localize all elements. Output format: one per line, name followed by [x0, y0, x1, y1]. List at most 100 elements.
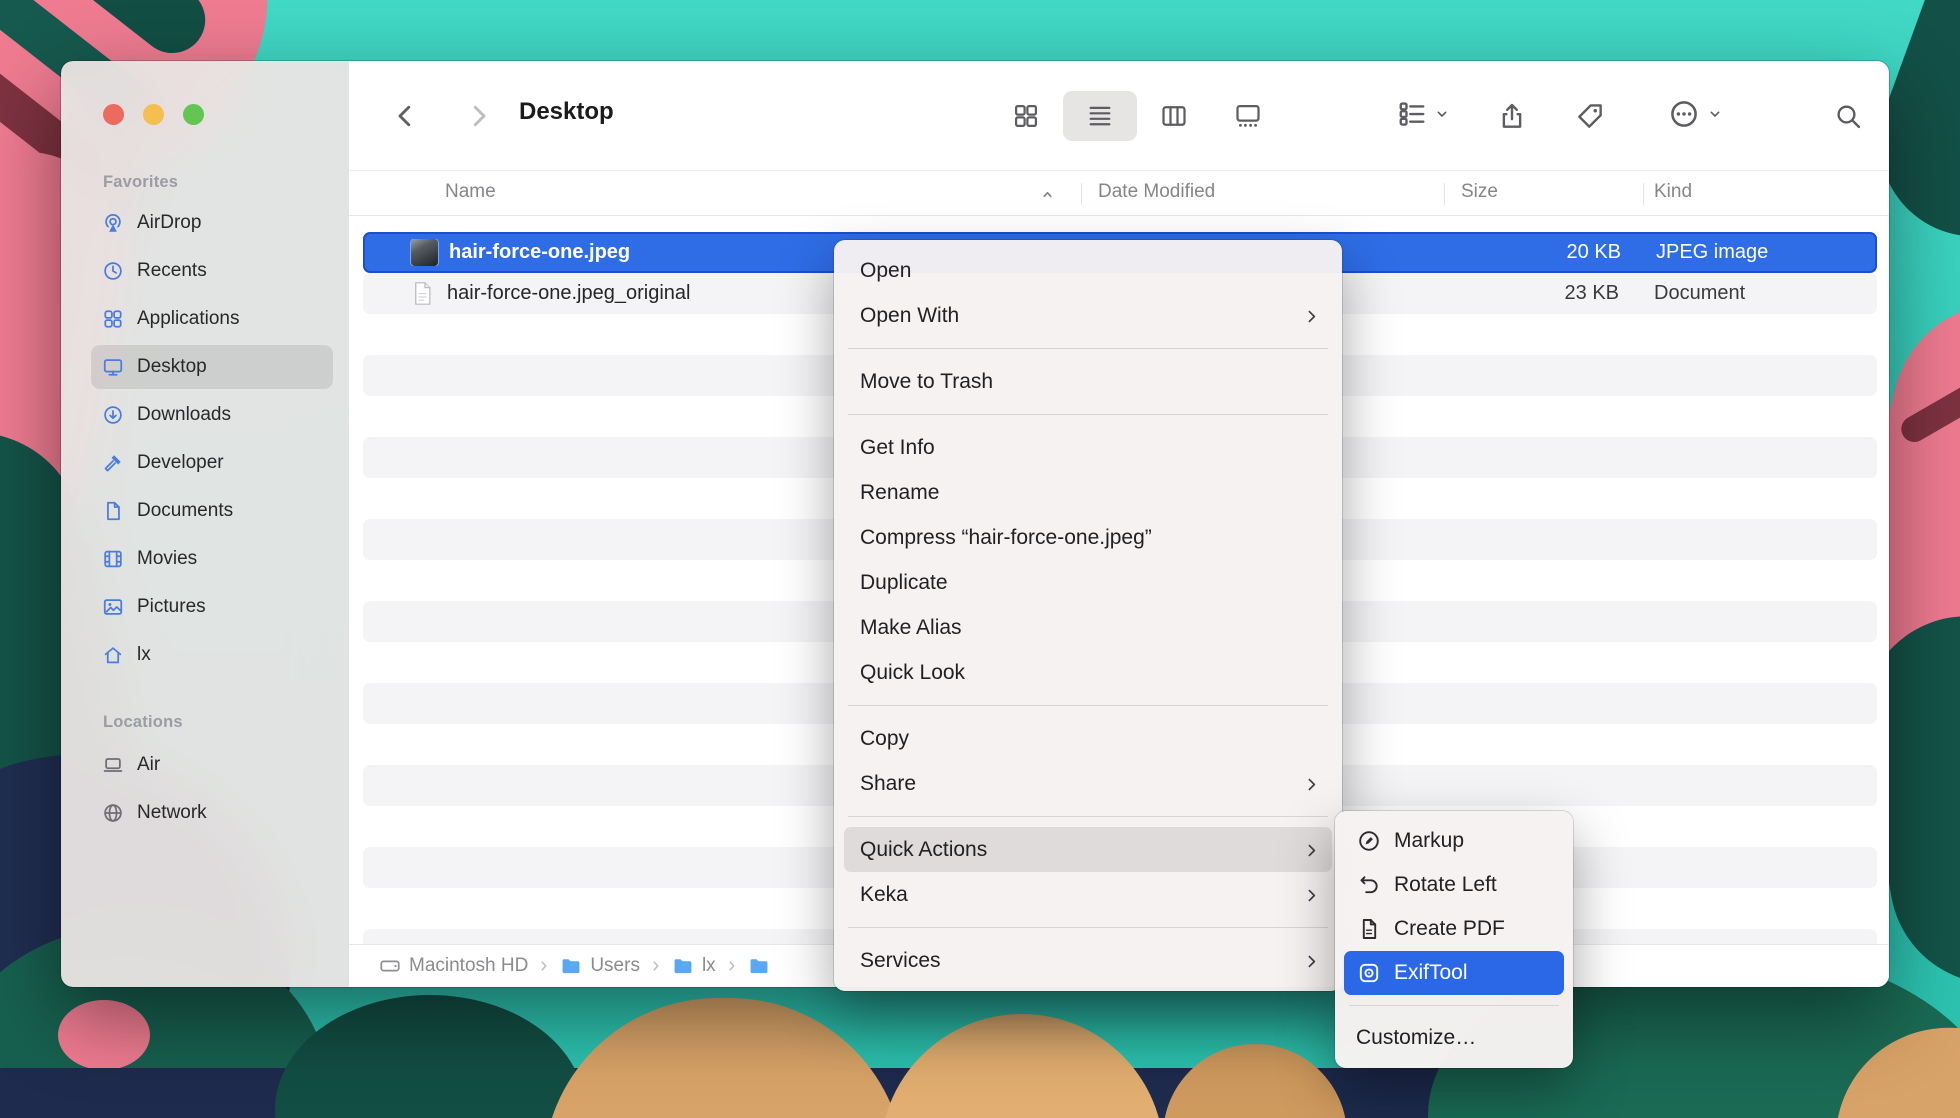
exiftool-icon — [1356, 960, 1382, 986]
minimize-button[interactable] — [143, 104, 164, 125]
sidebar-section-favorites-label: Favorites — [103, 173, 178, 192]
sidebar-item-lx-home[interactable]: lx — [91, 633, 333, 677]
rotate-left-icon — [1356, 872, 1382, 898]
view-switcher — [989, 91, 1285, 141]
search-button[interactable] — [1826, 91, 1870, 141]
toolbar: Desktop — [349, 61, 1889, 170]
sidebar: Favorites AirDrop Recents Applications D… — [61, 61, 349, 987]
file-kind: Document — [1643, 282, 1877, 305]
path-item-label: Users — [590, 955, 640, 977]
tag-button[interactable] — [1568, 91, 1612, 141]
create-pdf-icon — [1356, 916, 1382, 942]
column-header-date-modified[interactable]: Date Modified — [1098, 181, 1215, 203]
menu-item-compress[interactable]: Compress “hair-force-one.jpeg” — [844, 515, 1332, 560]
sidebar-section-locations-label: Locations — [103, 713, 183, 732]
sidebar-item-airdrop[interactable]: AirDrop — [91, 201, 333, 245]
submenu-item-rotate-left[interactable]: Rotate Left — [1344, 863, 1564, 907]
sidebar-item-pictures[interactable]: Pictures — [91, 585, 333, 629]
back-button[interactable] — [387, 98, 423, 134]
sidebar-favorites-list: AirDrop Recents Applications Desktop Dow… — [91, 201, 333, 681]
menu-item-make-alias[interactable]: Make Alias — [844, 605, 1332, 650]
menu-item-quick-look[interactable]: Quick Look — [844, 650, 1332, 695]
sidebar-item-air[interactable]: Air — [91, 743, 333, 787]
menu-item-open-with[interactable]: Open With — [844, 293, 1332, 338]
submenu-item-label: Customize… — [1356, 1026, 1476, 1050]
menu-item-copy[interactable]: Copy — [844, 716, 1332, 761]
menu-item-quick-actions[interactable]: Quick Actions — [844, 827, 1332, 872]
forward-button[interactable] — [461, 98, 497, 134]
menu-separator — [848, 816, 1328, 817]
path-item-macintosh-hd[interactable]: Macintosh HD — [379, 955, 528, 977]
window-title: Desktop — [519, 98, 614, 126]
submenu-item-label: Create PDF — [1394, 917, 1505, 941]
menu-item-duplicate[interactable]: Duplicate — [844, 560, 1332, 605]
sidebar-item-label: Developer — [137, 452, 224, 474]
share-button[interactable] — [1490, 91, 1534, 141]
folder-icon — [748, 955, 770, 977]
wallpaper-shape — [1163, 1044, 1347, 1118]
sidebar-item-label: Network — [137, 802, 207, 824]
close-button[interactable] — [103, 104, 124, 125]
sidebar-item-documents[interactable]: Documents — [91, 489, 333, 533]
markup-icon — [1356, 828, 1382, 854]
sidebar-item-desktop[interactable]: Desktop — [91, 345, 333, 389]
folder-icon — [560, 955, 582, 977]
icon-view-button[interactable] — [989, 91, 1063, 141]
wallpaper-shape — [880, 1014, 1164, 1118]
menu-item-rename[interactable]: Rename — [844, 470, 1332, 515]
gallery-view-button[interactable] — [1211, 91, 1285, 141]
column-header-size[interactable]: Size — [1461, 181, 1498, 203]
sort-ascending-icon — [1039, 186, 1056, 209]
path-chevron-icon — [725, 959, 739, 973]
menu-item-get-info[interactable]: Get Info — [844, 425, 1332, 470]
menu-item-share[interactable]: Share — [844, 761, 1332, 806]
menu-item-label: Share — [860, 772, 916, 796]
column-header-name[interactable]: Name — [445, 181, 496, 203]
submenu-item-label: Markup — [1394, 829, 1464, 853]
pictures-photo-icon — [101, 595, 125, 619]
submenu-chevron-icon — [1303, 886, 1320, 903]
menu-item-services[interactable]: Services — [844, 938, 1332, 983]
submenu-item-exiftool[interactable]: ExifTool — [1344, 951, 1564, 995]
submenu-item-create-pdf[interactable]: Create PDF — [1344, 907, 1564, 951]
sidebar-item-downloads[interactable]: Downloads — [91, 393, 333, 437]
documents-icon — [101, 499, 125, 523]
list-view-button[interactable] — [1063, 91, 1137, 141]
column-separator[interactable] — [1444, 183, 1445, 205]
more-button[interactable] — [1649, 91, 1741, 141]
applications-grid-icon — [101, 307, 125, 331]
desktop-screen: Favorites AirDrop Recents Applications D… — [0, 0, 1960, 1118]
sidebar-item-developer[interactable]: Developer — [91, 441, 333, 485]
menu-item-open[interactable]: Open — [844, 248, 1332, 293]
submenu-chevron-icon — [1303, 841, 1320, 858]
movies-film-icon — [101, 547, 125, 571]
file-size: 23 KB — [1444, 282, 1643, 305]
sidebar-item-recents[interactable]: Recents — [91, 249, 333, 293]
menu-item-label: Services — [860, 949, 941, 973]
path-item-lx[interactable]: lx — [672, 955, 716, 977]
sidebar-item-applications[interactable]: Applications — [91, 297, 333, 341]
path-item-label: lx — [702, 955, 716, 977]
submenu-item-customize[interactable]: Customize… — [1344, 1016, 1564, 1060]
menu-item-label: Make Alias — [860, 616, 962, 640]
menu-item-keka[interactable]: Keka — [844, 872, 1332, 917]
menu-item-move-to-trash[interactable]: Move to Trash — [844, 359, 1332, 404]
column-view-button[interactable] — [1137, 91, 1211, 141]
path-item-label: Macintosh HD — [409, 955, 528, 977]
laptop-icon — [101, 753, 125, 777]
group-icon — [1397, 99, 1427, 134]
sidebar-item-movies[interactable]: Movies — [91, 537, 333, 581]
zoom-button[interactable] — [183, 104, 204, 125]
menu-item-label: Duplicate — [860, 571, 948, 595]
submenu-item-markup[interactable]: Markup — [1344, 819, 1564, 863]
desktop-monitor-icon — [101, 355, 125, 379]
wallpaper-shape — [275, 995, 585, 1118]
path-item-users[interactable]: Users — [560, 955, 640, 977]
group-button[interactable] — [1377, 91, 1469, 141]
path-item-truncated[interactable] — [748, 955, 778, 977]
column-separator[interactable] — [1643, 183, 1644, 205]
column-header-kind[interactable]: Kind — [1654, 181, 1692, 203]
menu-separator — [848, 705, 1328, 706]
sidebar-item-network[interactable]: Network — [91, 791, 333, 835]
column-separator[interactable] — [1081, 183, 1082, 205]
